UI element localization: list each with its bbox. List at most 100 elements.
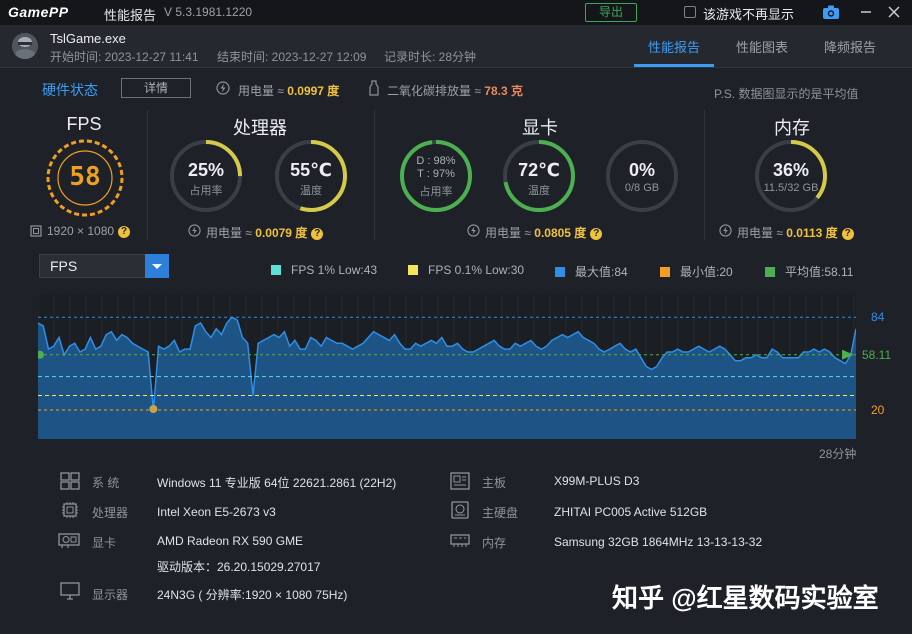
gpu-usage-gauge: D : 98% T : 97% 占用率 xyxy=(398,138,474,214)
power-icon xyxy=(216,81,230,95)
gpu-temp-value: 72℃ xyxy=(518,160,560,180)
average-note: P.S. 数据图显示的是平均值 xyxy=(714,87,859,101)
game-name: TslGame.exe xyxy=(50,31,126,46)
dont-show-label: 该游戏不再显示 xyxy=(703,7,795,22)
legend-label: 平均值:58.11 xyxy=(785,265,854,279)
total-power: 用电量 ≈ 0.0997 度 xyxy=(238,82,339,99)
gpu-power: 用电量 ≈ 0.0805 度? xyxy=(485,224,603,241)
legend-label: FPS 0.1% Low:30 xyxy=(428,263,525,277)
fps-value: 58 xyxy=(69,162,101,192)
info-key: 显卡 xyxy=(92,536,117,550)
fps-area xyxy=(38,317,856,439)
total-power-value: 0.0997 度 xyxy=(287,84,340,98)
monitor-icon xyxy=(60,582,80,600)
windows-icon xyxy=(60,472,80,490)
os-value: Windows 11 专业版 64位 22621.2861 (22H2) xyxy=(157,476,397,490)
tab-throttle-report[interactable]: 降频报告 xyxy=(824,37,876,56)
legend-swatch xyxy=(660,267,670,277)
gpu-power-label: 用电量 ≈ xyxy=(485,226,531,240)
legend-label: 最小值:20 xyxy=(680,265,733,279)
gpu-usage-label: 占用率 xyxy=(419,186,453,198)
legend-fps-1pct-low: FPS 1% Low:43 xyxy=(271,263,377,277)
gpu-temp-gauge: 72℃ 温度 xyxy=(501,138,577,214)
memory-power-label: 用电量 ≈ xyxy=(737,226,783,240)
metric-select-value: FPS xyxy=(50,258,78,274)
help-icon[interactable]: ? xyxy=(590,227,603,240)
memory-usage-value: 36% xyxy=(772,160,810,180)
cpu-temp-value: 55℃ xyxy=(290,160,332,180)
help-icon[interactable]: ? xyxy=(841,227,854,240)
legend-swatch xyxy=(271,265,281,275)
hardware-status-title: 硬件状态 xyxy=(42,82,98,98)
minimize-icon[interactable] xyxy=(858,4,874,20)
fps-chart[interactable] xyxy=(36,294,857,439)
power-icon xyxy=(188,224,201,237)
cpu-temp-label: 温度 xyxy=(300,185,322,197)
export-button[interactable]: 导出 xyxy=(585,3,637,22)
gpu-d-value: D : 98% xyxy=(416,155,456,167)
game-avatar xyxy=(12,33,38,59)
power-icon xyxy=(467,224,480,237)
legend-swatch xyxy=(765,267,775,277)
app-logo: GamePP xyxy=(8,4,69,20)
legend-swatch xyxy=(408,265,418,275)
help-icon[interactable]: ? xyxy=(311,227,324,240)
tab-performance-report[interactable]: 性能报告 xyxy=(648,37,700,56)
cpu-model-value: Intel Xeon E5-2673 v3 xyxy=(157,505,276,519)
cpu-power-value: 0.0079 度 xyxy=(255,226,308,240)
gpu-vram-value: 0% xyxy=(628,160,655,180)
legend-average: 平均值:58.11 xyxy=(765,263,853,280)
driver-version-value: 驱动版本：26.20.15029.27017 xyxy=(157,560,321,574)
chevron-down-icon xyxy=(152,264,162,269)
version-text: V 5.3.1981.1220 xyxy=(164,5,253,19)
power-icon xyxy=(719,224,732,237)
details-button[interactable]: 详情 xyxy=(121,78,191,98)
max-line-label: 84 xyxy=(871,310,885,325)
co2-label: 二氧化碳排放量 ≈ xyxy=(387,84,481,98)
info-key: 显示器 xyxy=(92,588,129,602)
gpu-icon xyxy=(58,533,80,548)
gpu-title: 显卡 xyxy=(522,118,558,138)
camera-icon[interactable] xyxy=(822,4,840,20)
info-key: 内存 xyxy=(482,536,507,550)
tab-performance-chart[interactable]: 性能图表 xyxy=(736,37,788,56)
memory-title: 内存 xyxy=(774,118,810,138)
watermark: 知乎 @红星数码实验室 xyxy=(612,583,879,613)
memory-power-value: 0.0113 度 xyxy=(786,226,838,240)
memory-module-value: Samsung 32GB 1864MHz 13-13-13-32 xyxy=(554,535,763,549)
cpu-icon xyxy=(62,502,78,518)
min-marker xyxy=(149,405,158,413)
legend-fps-01pct-low: FPS 0.1% Low:30 xyxy=(408,263,524,277)
dont-show-checkbox[interactable] xyxy=(684,6,696,18)
info-key: 处理器 xyxy=(92,506,129,520)
co2-bottle-icon xyxy=(369,80,379,96)
disk-value: ZHITAI PC005 Active 512GB xyxy=(554,505,708,519)
gpu-power-value: 0.0805 度 xyxy=(534,226,587,240)
avg-line-label: 58.11 xyxy=(862,347,892,362)
memory-usage-label: 11.5/32 GB xyxy=(763,182,819,194)
gpu-temp-label: 温度 xyxy=(528,185,550,197)
memory-usage-gauge: 36% 11.5/32 GB xyxy=(753,138,829,214)
gpu-t-value: T : 97% xyxy=(417,168,455,180)
divider xyxy=(374,110,375,240)
motherboard-value: X99M-PLUS D3 xyxy=(554,474,640,488)
fps-title: FPS xyxy=(66,114,102,134)
motherboard-icon xyxy=(450,472,470,490)
resolution-text: 1920 × 1080 xyxy=(47,224,115,238)
cpu-power-label: 用电量 ≈ xyxy=(206,226,252,240)
co2-value: 78.3 克 xyxy=(484,84,523,98)
active-tab-indicator xyxy=(634,64,714,67)
cpu-usage-label: 占用率 xyxy=(189,185,223,197)
help-icon[interactable]: ? xyxy=(118,225,131,238)
gpu-vram-gauge: 0% 0/8 GB xyxy=(604,138,680,214)
divider xyxy=(147,110,148,240)
cpu-title: 处理器 xyxy=(233,118,287,138)
metric-select-toggle[interactable] xyxy=(145,254,169,278)
info-key: 系 统 xyxy=(92,476,120,490)
close-icon[interactable] xyxy=(886,4,902,20)
divider xyxy=(704,110,705,240)
cpu-usage-gauge: 25% 占用率 xyxy=(168,138,244,214)
record-duration: 记录时长: 28分钟 xyxy=(384,50,477,64)
end-time: 结束时间: 2023-12-27 12:09 xyxy=(217,50,367,64)
legend-min: 最小值:20 xyxy=(660,263,733,280)
